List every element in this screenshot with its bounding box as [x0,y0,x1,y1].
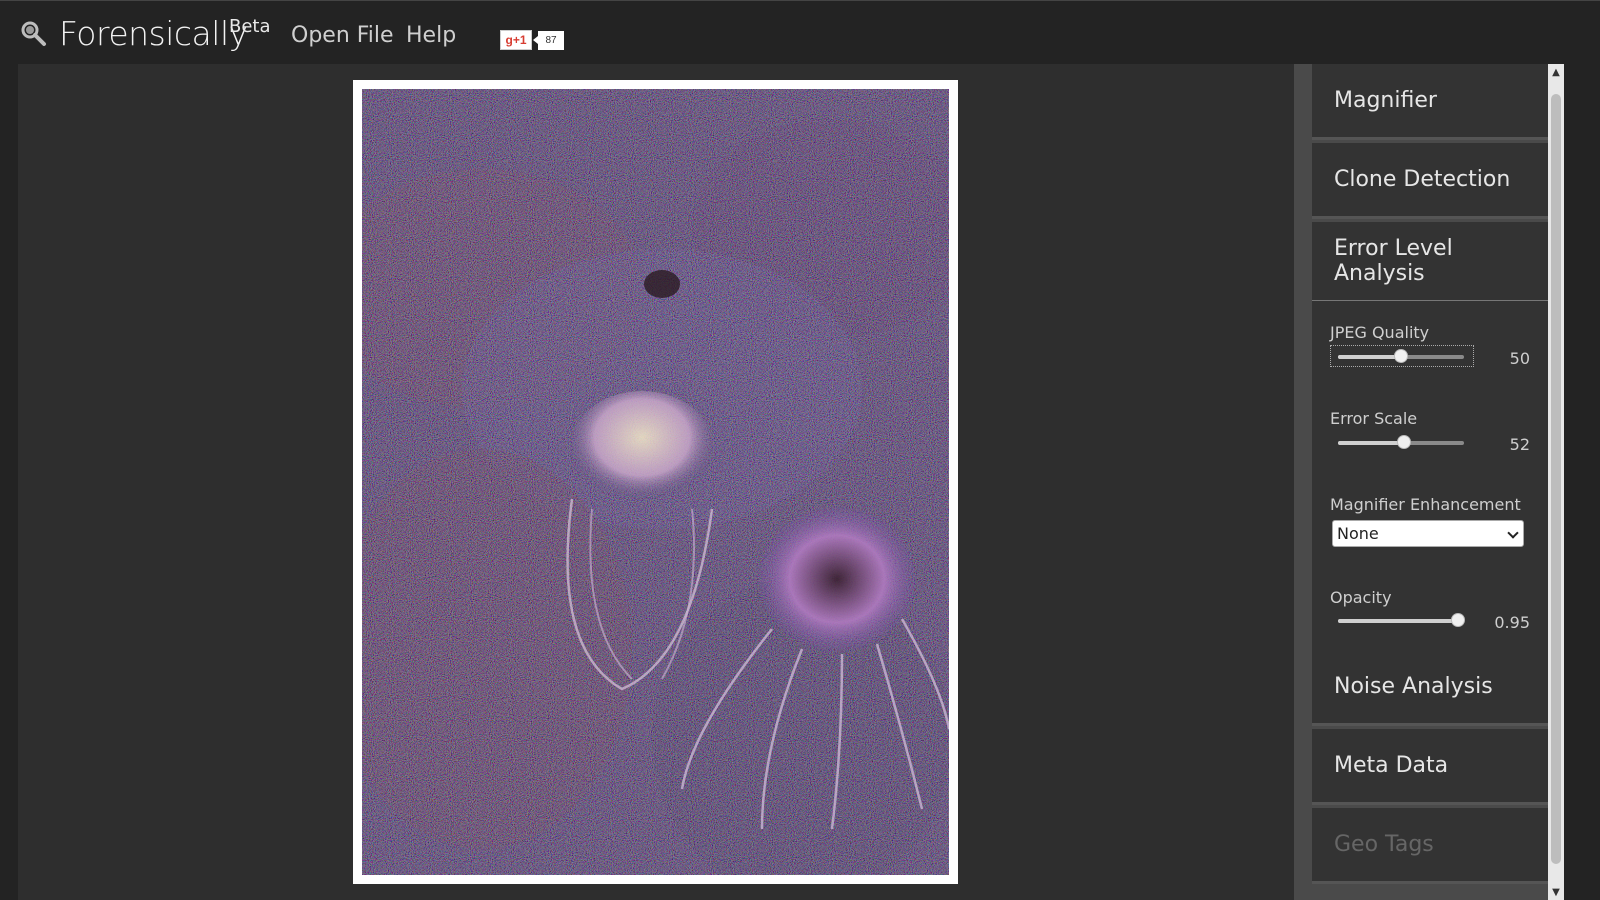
open-file-link[interactable]: Open File [291,23,394,48]
opacity-value: 0.95 [1494,613,1530,632]
chevron-down-icon [1507,527,1519,539]
error-scale-slider-thumb[interactable] [1396,435,1411,449]
panel-clone-detection[interactable]: Clone Detection [1312,143,1548,219]
ela-controls: JPEG Quality 50 Error Scale 52 Magnifier… [1312,300,1548,659]
jpeg-quality-slider-thumb[interactable] [1394,349,1408,363]
help-link[interactable]: Help [406,23,456,48]
scrollbar-thumb[interactable] [1551,94,1561,864]
opacity-slider-thumb[interactable] [1450,613,1465,627]
tools-sidebar: Magnifier Clone Detection Error Level An… [1312,64,1548,900]
magnifier-enhancement-label: Magnifier Enhancement [1330,495,1521,514]
ela-flower-image [362,89,949,875]
jpeg-quality-slider[interactable] [1338,349,1464,363]
ela-image[interactable] [362,89,949,875]
panel-noise-analysis[interactable]: Noise Analysis [1312,650,1548,726]
chevron-up-icon[interactable]: ▲ [1548,64,1564,80]
error-scale-slider[interactable] [1338,435,1464,449]
image-canvas-area[interactable] [18,64,1294,900]
error-scale-label: Error Scale [1330,409,1418,428]
panel-error-level-analysis[interactable]: Error Level Analysis [1312,222,1548,300]
jpeg-quality-label: JPEG Quality [1330,323,1430,342]
window-edge [1564,64,1600,900]
jpeg-quality-value: 50 [1509,349,1530,368]
panel-meta-data[interactable]: Meta Data [1312,729,1548,805]
sidebar-gutter [1294,64,1312,900]
sidebar-scrollbar[interactable]: ▲ ▼ [1548,64,1564,900]
error-scale-value: 52 [1509,435,1530,454]
magnifier-icon [21,21,46,46]
image-frame [353,80,958,884]
magnifier-enhancement-select[interactable]: None [1332,520,1524,547]
top-bar: Forensically Beta Open File Help g+1 87 [0,0,1600,64]
opacity-label: Opacity [1330,588,1392,607]
beta-label: Beta [229,16,271,37]
panel-magnifier[interactable]: Magnifier [1312,64,1548,140]
opacity-slider[interactable] [1338,613,1465,627]
panel-geo-tags[interactable]: Geo Tags [1312,808,1548,884]
magnifier-enhancement-selected: None [1337,524,1379,543]
chevron-down-icon[interactable]: ▼ [1548,884,1564,900]
gplus-button[interactable]: g+1 [500,30,532,50]
gplus-count: 87 [533,31,564,50]
app-title: Forensically [59,14,248,53]
